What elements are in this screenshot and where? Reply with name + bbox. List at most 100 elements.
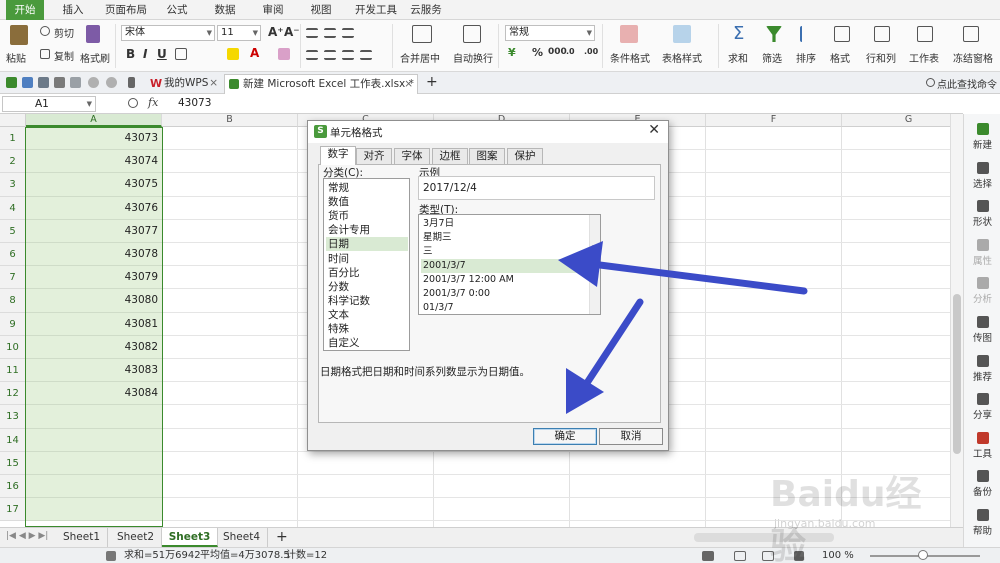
type-item[interactable]: 01/3/7	[421, 301, 589, 315]
zoom-icon[interactable]	[128, 98, 138, 108]
category-item[interactable]: 常规	[326, 181, 408, 195]
page-layout-view-icon[interactable]	[734, 551, 746, 561]
row-header-16[interactable]: 16	[0, 475, 26, 499]
conditional-format-button[interactable]: 条件格式	[610, 50, 650, 65]
category-item[interactable]: 自定义	[326, 336, 408, 350]
close-icon[interactable]: ✕	[648, 122, 660, 138]
formula-input[interactable]: 43073	[178, 97, 211, 109]
dialog-tab-3[interactable]: 边框	[432, 148, 468, 164]
bold-icon[interactable]: B	[126, 47, 135, 61]
align-left-icon[interactable]	[306, 50, 318, 60]
side-panel-item-10[interactable]: 帮助	[964, 506, 1000, 542]
increase-font-icon[interactable]: A⁺	[268, 25, 284, 39]
sheet-tab-sheet1[interactable]: Sheet1	[56, 528, 108, 547]
font-color-icon[interactable]: A	[250, 46, 259, 60]
type-item[interactable]: 2001/3/7 0:00	[421, 287, 589, 301]
fill-color-icon[interactable]	[227, 48, 239, 60]
table-style-button[interactable]: 表格样式	[662, 50, 702, 65]
border-icon[interactable]	[175, 48, 187, 60]
cut-button[interactable]: 剪切	[54, 25, 74, 40]
cell-a14[interactable]	[26, 428, 162, 452]
column-header-f[interactable]: F	[706, 114, 842, 127]
sheet-tab-sheet2[interactable]: Sheet2	[110, 528, 162, 547]
category-item[interactable]: 会计专用	[326, 223, 408, 237]
row-header-12[interactable]: 12	[0, 382, 26, 406]
sheet-tab-sheet4[interactable]: Sheet4	[216, 528, 268, 547]
category-item[interactable]: 文本	[326, 308, 408, 322]
row-header-4[interactable]: 4	[0, 196, 26, 220]
sort-button[interactable]: 排序	[796, 50, 816, 65]
type-item[interactable]: 3月7日	[421, 217, 589, 231]
category-item[interactable]: 百分比	[326, 266, 408, 280]
copy-button[interactable]: 复制	[54, 48, 74, 63]
cell-a4[interactable]: 43076	[26, 196, 162, 220]
type-item[interactable]: 三	[421, 245, 589, 259]
freeze-panes-button[interactable]: 冻结窗格	[953, 50, 993, 65]
row-header-13[interactable]: 13	[0, 405, 26, 429]
more-icon[interactable]	[128, 77, 135, 88]
align-top-icon[interactable]	[306, 28, 318, 38]
row-header-6[interactable]: 6	[0, 243, 26, 267]
undo-icon[interactable]	[88, 77, 99, 88]
tab-review[interactable]: 审阅	[256, 0, 290, 20]
font-name-select[interactable]: 宋体 ▼	[121, 25, 215, 41]
ok-button[interactable]: 确定	[533, 428, 597, 445]
category-item[interactable]: 时间	[326, 252, 408, 266]
dialog-tab-4[interactable]: 图案	[469, 148, 505, 164]
cell-a9[interactable]: 43081	[26, 312, 162, 336]
italic-icon[interactable]: I	[143, 47, 147, 61]
tab-workbook[interactable]: 新建 Microsoft Excel 工作表.xlsx * ×	[224, 74, 418, 94]
function-icon[interactable]: fx	[148, 96, 158, 109]
category-item[interactable]: 科学记数	[326, 294, 408, 308]
row-header-3[interactable]: 3	[0, 173, 26, 197]
align-center-icon[interactable]	[324, 50, 336, 60]
print-icon[interactable]	[54, 77, 65, 88]
cell-a15[interactable]	[26, 451, 162, 475]
number-format-select[interactable]: 常规 ▼	[505, 25, 595, 41]
type-list[interactable]: 3月7日 星期三三 2001/3/7 2001/3/7 12:00 AM 2001/3/…	[418, 214, 601, 315]
tab-home[interactable]: 开始	[6, 0, 44, 20]
cell-a8[interactable]: 43080	[26, 289, 162, 313]
wrap-text-button[interactable]: 自动换行	[453, 50, 493, 65]
cell-a7[interactable]: 43079	[26, 266, 162, 290]
side-panel-item-0[interactable]: 新建	[964, 120, 1000, 156]
command-search[interactable]: 点此查找命令	[937, 76, 997, 91]
column-header-a[interactable]: A	[26, 114, 162, 127]
row-header-8[interactable]: 8	[0, 289, 26, 313]
dialog-title-bar[interactable]: S 单元格格式 ✕	[308, 121, 668, 143]
cell-a12[interactable]: 43084	[26, 382, 162, 406]
zoom-slider-handle[interactable]	[918, 550, 928, 560]
tab-cloud[interactable]: 云服务	[406, 0, 446, 20]
save-icon[interactable]	[22, 77, 33, 88]
worksheet-button[interactable]: 工作表	[909, 50, 939, 65]
side-panel-item-5[interactable]: 传图	[964, 313, 1000, 349]
dialog-tab-5[interactable]: 保护	[507, 148, 543, 164]
reading-mode-icon[interactable]	[794, 551, 804, 561]
side-panel-item-1[interactable]: 选择	[964, 159, 1000, 195]
close-icon[interactable]: ×	[404, 75, 413, 93]
horizontal-scrollbar[interactable]	[694, 533, 834, 542]
dialog-tab-2[interactable]: 字体	[394, 148, 430, 164]
row-header-5[interactable]: 5	[0, 219, 26, 243]
close-icon[interactable]: ×	[209, 74, 218, 92]
column-header-b[interactable]: B	[162, 114, 298, 127]
cancel-button[interactable]: 取消	[599, 428, 663, 445]
side-panel-item-3[interactable]: 属性	[964, 236, 1000, 272]
dialog-tab-0[interactable]: 数字	[320, 146, 356, 165]
underline-icon[interactable]: U	[157, 47, 167, 61]
cell-a5[interactable]: 43077	[26, 219, 162, 243]
row-header-2[interactable]: 2	[0, 150, 26, 174]
font-size-select[interactable]: 11 ▼	[217, 25, 261, 41]
normal-view-icon[interactable]	[702, 551, 714, 561]
zoom-level[interactable]: 100 %	[822, 548, 854, 563]
preview-icon[interactable]	[70, 77, 81, 88]
justify-icon[interactable]	[360, 50, 372, 60]
tab-formulas[interactable]: 公式	[160, 0, 194, 20]
tab-view[interactable]: 视图	[304, 0, 338, 20]
category-item[interactable]: 分数	[326, 280, 408, 294]
clear-format-icon[interactable]	[278, 48, 290, 60]
tab-data[interactable]: 数据	[208, 0, 242, 20]
percent-icon[interactable]: %	[532, 46, 543, 59]
category-item[interactable]: 特殊	[326, 322, 408, 336]
row-header-1[interactable]: 1	[0, 127, 26, 151]
